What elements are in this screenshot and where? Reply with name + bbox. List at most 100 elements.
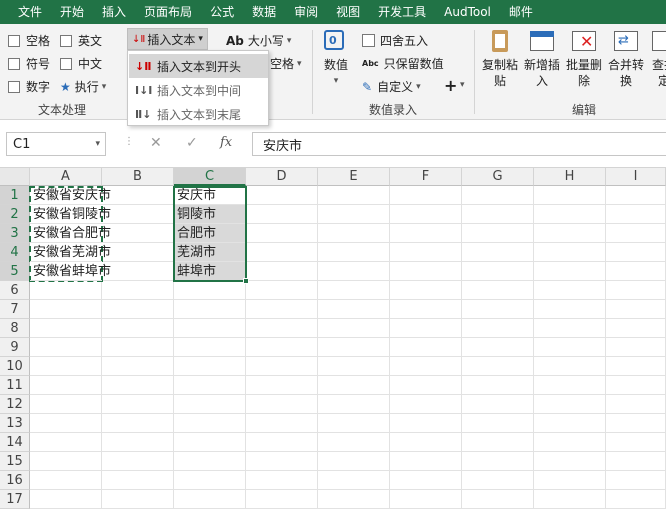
column-header-a[interactable]: A	[30, 168, 102, 186]
batch-delete-button[interactable]: ✕ 批量删 除	[566, 28, 602, 89]
row-header[interactable]: 6	[0, 281, 30, 300]
grid-cell[interactable]	[102, 338, 174, 357]
row-header[interactable]: 15	[0, 452, 30, 471]
grid-cell[interactable]: 安庆市	[174, 186, 246, 205]
grid-cell[interactable]	[390, 205, 462, 224]
grid-cell[interactable]	[534, 357, 606, 376]
row-header[interactable]: 9	[0, 338, 30, 357]
grid-cell[interactable]	[390, 433, 462, 452]
grid-cell[interactable]	[102, 452, 174, 471]
grid-cell[interactable]	[246, 376, 318, 395]
grid-cell[interactable]	[318, 414, 390, 433]
grid-cell[interactable]	[174, 414, 246, 433]
grid-cell[interactable]	[102, 281, 174, 300]
grid-cell[interactable]	[462, 376, 534, 395]
grid-cell[interactable]	[534, 262, 606, 281]
menu-developer[interactable]: 开发工具	[369, 0, 435, 24]
grid-cell[interactable]	[246, 338, 318, 357]
menu-audtool[interactable]: AudTool	[435, 0, 500, 24]
grid-cell[interactable]	[534, 414, 606, 433]
row-header[interactable]: 10	[0, 357, 30, 376]
grid-cell[interactable]	[534, 224, 606, 243]
grid-cell[interactable]	[30, 414, 102, 433]
row-header[interactable]: 14	[0, 433, 30, 452]
grid-cell[interactable]	[390, 243, 462, 262]
grid-cell[interactable]	[102, 300, 174, 319]
dropdown-item-insert-start[interactable]: ↓Ⅱ 插入文本到开头	[129, 54, 268, 78]
round-button[interactable]: 四舍五入	[362, 32, 428, 49]
row-header[interactable]: 3	[0, 224, 30, 243]
grid-cell[interactable]	[102, 319, 174, 338]
grid-cell[interactable]	[462, 186, 534, 205]
check-english[interactable]: 英文	[60, 32, 102, 49]
grid-cell[interactable]	[462, 338, 534, 357]
grid-cell[interactable]	[606, 376, 666, 395]
grid-cell[interactable]	[174, 319, 246, 338]
grid-cell[interactable]	[318, 395, 390, 414]
grid-cell[interactable]: 合肥市	[174, 224, 246, 243]
grid-cell[interactable]	[390, 300, 462, 319]
grid-cell[interactable]	[102, 262, 174, 281]
copy-paste-button[interactable]: 复制粘 贴	[482, 28, 518, 89]
grid-cell[interactable]	[606, 262, 666, 281]
add-dropdown[interactable]: ▾	[460, 80, 465, 90]
grid-cell[interactable]	[246, 281, 318, 300]
grid-cell[interactable]	[318, 262, 390, 281]
grid-cell[interactable]	[30, 433, 102, 452]
merge-convert-button[interactable]: ⇄ 合并转 换	[608, 28, 644, 89]
custom-button[interactable]: ✎ 自定义 ▾	[362, 78, 421, 95]
grid-cell[interactable]	[318, 281, 390, 300]
grid-cell[interactable]	[606, 471, 666, 490]
grid-cell[interactable]	[30, 319, 102, 338]
grid-cell[interactable]	[390, 186, 462, 205]
grid-cell[interactable]	[606, 414, 666, 433]
grid-cell[interactable]	[318, 433, 390, 452]
grid-cell[interactable]	[462, 300, 534, 319]
row-header[interactable]: 5	[0, 262, 30, 281]
menu-data[interactable]: 数据	[243, 0, 285, 24]
column-header-i[interactable]: I	[606, 168, 666, 186]
row-header[interactable]: 2	[0, 205, 30, 224]
grid-cell[interactable]	[606, 338, 666, 357]
grid-cell[interactable]: 蚌埠市	[174, 262, 246, 281]
grid-cell[interactable]	[30, 281, 102, 300]
grid-cell[interactable]	[534, 376, 606, 395]
select-all-corner[interactable]	[0, 168, 30, 186]
grid-cell[interactable]	[462, 262, 534, 281]
row-header[interactable]: 7	[0, 300, 30, 319]
grid-cell[interactable]	[318, 338, 390, 357]
grid-cell[interactable]	[174, 376, 246, 395]
grid-cell[interactable]	[462, 395, 534, 414]
grid-cell[interactable]	[318, 186, 390, 205]
grid-cell[interactable]	[30, 376, 102, 395]
cancel-icon[interactable]: ✕	[150, 135, 162, 151]
grid-cell[interactable]: 安徽省安庆市	[30, 186, 111, 205]
grid-cell[interactable]	[30, 395, 102, 414]
grid-cell[interactable]	[318, 224, 390, 243]
grid-cell[interactable]	[390, 395, 462, 414]
grid-cell[interactable]	[390, 376, 462, 395]
grid-cell[interactable]	[318, 471, 390, 490]
grid-cell[interactable]	[318, 376, 390, 395]
row-header[interactable]: 13	[0, 414, 30, 433]
grid-cell[interactable]	[174, 433, 246, 452]
grid-cell[interactable]	[606, 395, 666, 414]
grid-cell[interactable]	[246, 224, 318, 243]
space-button[interactable]: 空格 ▾	[270, 55, 302, 72]
grid-cell[interactable]	[318, 452, 390, 471]
column-header-f[interactable]: F	[390, 168, 462, 186]
grid-cell[interactable]	[462, 243, 534, 262]
grid-cell[interactable]	[606, 452, 666, 471]
grid-cell[interactable]	[102, 357, 174, 376]
menu-insert[interactable]: 插入	[93, 0, 135, 24]
grid-cell[interactable]	[606, 433, 666, 452]
grid-cell[interactable]	[318, 205, 390, 224]
grid-cell[interactable]	[318, 243, 390, 262]
grid-cell[interactable]	[30, 471, 102, 490]
grid-cell[interactable]	[390, 471, 462, 490]
grid-cell[interactable]	[246, 300, 318, 319]
grid-cell[interactable]	[390, 224, 462, 243]
grid-cell[interactable]	[30, 452, 102, 471]
grid-cell[interactable]	[462, 471, 534, 490]
grid-cell[interactable]	[174, 357, 246, 376]
